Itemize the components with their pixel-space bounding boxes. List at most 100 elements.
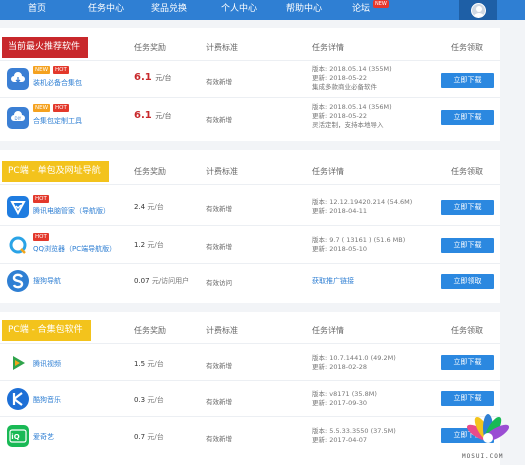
reward-value: 0.3 元/台 [134,395,164,405]
task-detail: 版本: 2018.05.14 (356M) 更新: 2018-05-22 灵活定… [312,103,392,130]
nav-personal-center[interactable]: 个人中心 [221,0,257,20]
iqiyi-icon: iQ [7,425,29,447]
col-claim: 任务领取 [451,167,483,176]
table-row: iQ 爱奇艺 0.7 元/台 有效新增 版本: 5.5.33.3550 (37.… [0,417,500,457]
app-name[interactable]: 腾讯电脑管家（导航版） [33,206,110,216]
nav-help-center[interactable]: 帮助中心 [286,0,322,20]
detail-updated: 更新: 2018-05-22 [312,74,368,82]
download-button[interactable]: 立即下载 [441,355,494,370]
app-name[interactable]: 合集包定制工具 [33,116,82,126]
detail-updated: 更新: 2018-05-10 [312,245,368,253]
col-detail: 任务详情 [312,167,344,176]
section-title: PC端 - 合集包软件 [2,320,91,341]
table-row: HOT 腾讯电脑管家（导航版） 2.4 元/台 有效新增 版本: 12.12.1… [0,188,500,226]
task-detail: 版本: 12.12.19420.214 (54.6M) 更新: 2018-04-… [312,198,412,216]
app-name[interactable]: 腾讯视频 [33,359,61,369]
col-detail: 任务详情 [312,43,344,52]
section-header: PC端 - 合集包软件 任务奖励 计费标准 任务详情 任务领取 [0,318,500,344]
nav-prize-exchange[interactable]: 奖品兑换 [151,0,187,20]
get-promo-link[interactable]: 获取推广链接 [312,276,354,286]
section-header: 当前最火推荐软件 任务奖励 计费标准 任务详情 任务领取 [0,35,500,61]
detail-version: 版本: 5.5.33.3550 (37.5M) [312,427,396,435]
section-pc-bundle-software: PC端 - 合集包软件 任务奖励 计费标准 任务详情 任务领取 腾讯视频 1.5… [0,312,500,465]
table-row: 搜狗导航 0.07 元/访问用户 有效访问 获取推广链接 立即领取 [0,264,500,299]
new-tag: NEW [33,104,51,112]
billing-standard: 有效新增 [206,205,232,213]
nav-home[interactable]: 首页 [28,0,46,20]
hot-tag: HOT [33,195,49,203]
reward-unit: 元/台 [147,241,164,249]
reward-value: 0.7 元/台 [134,432,164,442]
section-hot-recommended: 当前最火推荐软件 任务奖励 计费标准 任务详情 任务领取 NEW HOT 装机必… [0,28,500,141]
app-name[interactable]: QQ浏览器（PC端导航版） [33,244,116,254]
reward-amount: 6.1 [134,72,152,83]
download-button[interactable]: 立即下载 [441,110,494,125]
top-navigation: 首页 任务中心 奖品兑换 个人中心 帮助中心 论坛 NEW [0,0,525,20]
col-standard: 计费标准 [206,167,238,176]
task-detail: 版本: 5.5.33.3550 (37.5M) 更新: 2017-04-07 [312,427,396,445]
detail-version: 版本: 2018.05.14 (356M) [312,103,392,111]
reward-unit: 元/台 [155,74,172,82]
detail-updated: 更新: 2018-05-22 [312,112,368,120]
detail-version: 版本: 2018.05.14 (355M) [312,65,392,73]
reward-value: 2.4 元/台 [134,202,164,212]
app-name[interactable]: 爱奇艺 [33,432,54,442]
tencent-video-icon [7,352,29,374]
reward-amount: 1.2 [134,241,146,249]
detail-version: 版本: 9.7 ( 13161 ) (51.6 MB) [312,236,406,244]
reward-unit: 元/台 [155,112,172,120]
col-claim: 任务领取 [451,326,483,335]
hot-tag: HOT [33,233,49,241]
reward-amount: 0.3 [134,396,146,404]
tag-group: NEW HOT [33,104,69,112]
task-detail: 版本: 2018.05.14 (355M) 更新: 2018-05-22 集成多… [312,65,392,92]
app-name[interactable]: 酷狗音乐 [33,395,61,405]
download-button[interactable]: 立即下载 [441,73,494,88]
col-standard: 计费标准 [206,43,238,52]
reward-value: 6.1 元/台 [134,110,172,121]
detail-version: 版本: 12.12.19420.214 (54.6M) [312,198,413,206]
reward-amount: 6.1 [134,110,152,121]
sogou-nav-icon [7,270,29,292]
watermark-text: MOSUI.COM [462,453,504,460]
avatar-icon [470,2,486,18]
col-reward: 任务奖励 [134,167,166,176]
reward-amount: 0.7 [134,433,146,441]
section-title: 当前最火推荐软件 [2,37,89,58]
table-row: NEW HOT 装机必备合集包 6.1 元/台 有效新增 版本: 2018.05… [0,61,500,98]
user-avatar[interactable] [459,0,497,20]
billing-standard: 有效新增 [206,362,232,370]
download-button[interactable]: 立即下载 [441,238,494,253]
reward-value: 0.07 元/访问用户 [134,276,189,286]
billing-standard: 有效新增 [206,398,232,406]
nav-task-center[interactable]: 任务中心 [88,0,124,20]
detail-updated: 更新: 2017-09-30 [312,399,368,407]
col-claim: 任务领取 [451,43,483,52]
tag-group: HOT [33,233,49,241]
app-name[interactable]: 搜狗导航 [33,276,61,286]
cloud-download-icon [7,68,29,90]
reward-unit: 元/台 [147,360,164,368]
detail-version: 版本: v8171 (35.8M) [312,390,377,398]
table-row: 酷狗音乐 0.3 元/台 有效新增 版本: v8171 (35.8M) 更新: … [0,381,500,417]
detail-updated: 更新: 2017-04-07 [312,436,368,444]
billing-standard: 有效新增 [206,243,232,251]
table-row: DIY NEW HOT 合集包定制工具 6.1 元/台 有效新增 版本: 201… [0,98,500,137]
task-detail: 版本: v8171 (35.8M) 更新: 2017-09-30 [312,390,377,408]
reward-unit: 元/访问用户 [151,277,190,285]
svg-text:iQ: iQ [11,433,19,441]
billing-standard: 有效访问 [206,279,232,287]
download-button[interactable]: 立即下载 [441,200,494,215]
reward-unit: 元/台 [147,203,164,211]
billing-standard: 有效新增 [206,116,232,124]
billing-standard: 有效新增 [206,78,232,86]
diy-cloud-icon: DIY [7,107,29,129]
tag-group: NEW HOT [33,66,69,74]
reward-amount: 2.4 [134,203,146,211]
claim-button[interactable]: 立即领取 [441,274,494,289]
nav-forum[interactable]: 论坛 [352,0,370,20]
reward-unit: 元/台 [147,396,164,404]
hot-tag: HOT [53,104,69,112]
reward-value: 1.5 元/台 [134,359,164,369]
app-name[interactable]: 装机必备合集包 [33,78,82,88]
